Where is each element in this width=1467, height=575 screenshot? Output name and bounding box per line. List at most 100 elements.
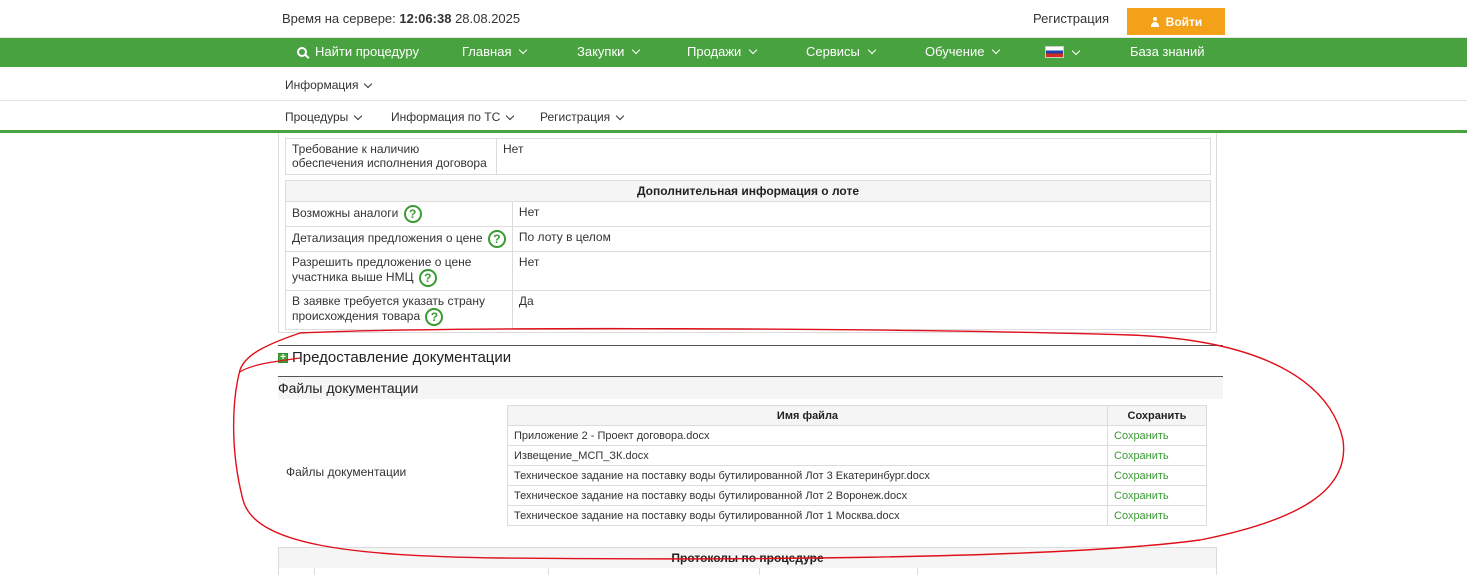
- language-selector[interactable]: [1045, 46, 1081, 58]
- login-button[interactable]: Войти: [1127, 8, 1225, 35]
- files-table: Имя файла Сохранить Приложение 2 - Проек…: [507, 405, 1207, 526]
- file-name: Техническое задание на поставку воды бут…: [507, 485, 1108, 506]
- subnav-ts-info[interactable]: Информация по ТС: [391, 110, 515, 124]
- register-link[interactable]: Регистрация: [1033, 11, 1109, 26]
- table-row: Разрешить предложение о цене участника в…: [285, 251, 1212, 291]
- table-row: Приложение 2 - Проект договора.docx Сохр…: [507, 425, 1207, 446]
- save-link[interactable]: Сохранить: [1107, 425, 1207, 446]
- nav-main-label: Главная: [462, 44, 512, 59]
- table-row: Извещение_МСП_ЗК.docx Сохранить: [507, 445, 1207, 466]
- nav-search-procedure[interactable]: Найти процедуру: [297, 44, 419, 59]
- help-icon[interactable]: ?: [425, 308, 444, 326]
- help-icon[interactable]: ?: [487, 230, 506, 248]
- user-icon: [1150, 16, 1160, 27]
- chevron-down-icon: [992, 45, 1001, 55]
- chevron-down-icon: [1071, 46, 1081, 55]
- nav-knowledge-label: База знаний: [1130, 44, 1205, 59]
- extra-row-value: Нет: [511, 251, 1212, 291]
- table-row: Техническое задание на поставку воды бут…: [507, 465, 1207, 486]
- nav-search-label: Найти процедуру: [315, 44, 419, 59]
- save-link[interactable]: Сохранить: [1107, 505, 1207, 526]
- server-date: 28.08.2025: [455, 11, 521, 26]
- subnav-registration[interactable]: Регистрация: [540, 110, 625, 124]
- top-bar: Время на сервере: 12:06:38 28.08.2025 Ре…: [0, 0, 1467, 38]
- expand-plus-icon[interactable]: +: [278, 353, 288, 363]
- files-section-header: Файлы документации: [278, 377, 1223, 399]
- save-link[interactable]: Сохранить: [1107, 465, 1207, 486]
- extra-row-value: Нет: [511, 201, 1212, 227]
- sub-nav-procedures: Процедуры Информация по ТС Регистрация: [0, 101, 1467, 133]
- nav-services-label: Сервисы: [806, 44, 860, 59]
- main-nav: Найти процедуру Главная Закупки Продажи …: [0, 38, 1467, 67]
- docs-section-title: Предоставление документации: [292, 349, 512, 366]
- extra-row-value: Да: [511, 290, 1212, 330]
- table-header-row: Дополнительная информация о лоте: [285, 180, 1211, 202]
- extra-row-label-text: В заявке требуется указать страну происх…: [292, 294, 485, 324]
- subnav-ts-info-label: Информация по ТС: [391, 110, 501, 124]
- extra-row-label: Детализация предложения о цене ?: [285, 226, 513, 252]
- server-time: Время на сервере: 12:06:38 28.08.2025: [282, 11, 520, 26]
- file-name: Техническое задание на поставку воды бут…: [507, 505, 1108, 526]
- extra-row-label: В заявке требуется указать страну происх…: [285, 290, 513, 330]
- russian-flag-icon: [1045, 46, 1064, 58]
- chevron-down-icon: [615, 111, 625, 120]
- chevron-down-icon: [749, 45, 758, 55]
- extra-row-label: Разрешить предложение о цене участника в…: [285, 251, 513, 291]
- table-row: Техническое задание на поставку воды бут…: [507, 505, 1207, 526]
- table-header-row: Имя файла Сохранить: [507, 405, 1207, 426]
- login-label: Войти: [1165, 14, 1203, 29]
- column-divider: [314, 568, 315, 575]
- save-link[interactable]: Сохранить: [1107, 445, 1207, 466]
- help-icon[interactable]: ?: [418, 269, 437, 287]
- column-divider: [759, 568, 760, 575]
- table-row: Требование к наличию обеспечения исполне…: [285, 138, 1211, 175]
- chevron-down-icon: [364, 79, 373, 88]
- nav-services[interactable]: Сервисы: [806, 44, 877, 59]
- column-divider: [917, 568, 918, 575]
- extra-info-table: Дополнительная информация о лоте Возможн…: [285, 180, 1212, 330]
- file-name: Извещение_МСП_ЗК.docx: [507, 445, 1108, 466]
- nav-sales[interactable]: Продажи: [687, 44, 758, 59]
- extra-row-label-text: Возможны аналоги: [292, 206, 399, 221]
- chevron-down-icon: [354, 111, 363, 120]
- section-divider: [278, 345, 1223, 346]
- extra-row-label-text: Разрешить предложение о цене участника в…: [292, 255, 472, 285]
- chevron-down-icon: [632, 45, 641, 55]
- nav-main[interactable]: Главная: [462, 44, 528, 59]
- column-divider: [548, 568, 549, 575]
- protocols-table: Протоколы по процедуре: [278, 547, 1217, 575]
- extra-info-header: Дополнительная информация о лоте: [285, 180, 1211, 202]
- nav-training-label: Обучение: [925, 44, 985, 59]
- search-icon: [297, 46, 307, 57]
- file-name: Приложение 2 - Проект договора.docx: [507, 425, 1108, 446]
- nav-knowledge-base[interactable]: База знаний: [1130, 44, 1205, 59]
- files-label: Файлы документации: [286, 465, 407, 479]
- col-file-name: Имя файла: [507, 405, 1108, 426]
- server-time-label: Время на сервере:: [282, 11, 396, 26]
- save-link[interactable]: Сохранить: [1107, 485, 1207, 506]
- nav-training[interactable]: Обучение: [925, 44, 1001, 59]
- sub-nav-info: Информация: [0, 67, 1467, 101]
- table-row: Возможны аналоги ? Нет: [285, 201, 1212, 227]
- extra-row-value: По лоту в целом: [511, 226, 1212, 252]
- col-save: Сохранить: [1107, 405, 1207, 426]
- subnav-registration-label: Регистрация: [540, 110, 611, 124]
- chevron-down-icon: [867, 45, 877, 55]
- help-icon[interactable]: ?: [403, 205, 422, 223]
- server-time-value: 12:06:38: [399, 11, 452, 26]
- subnav-information-label: Информация: [285, 78, 359, 92]
- chevron-down-icon: [506, 111, 515, 120]
- nav-purchases[interactable]: Закупки: [577, 44, 641, 59]
- extra-row-label: Возможны аналоги ?: [285, 201, 513, 227]
- contract-value: Нет: [496, 138, 1211, 175]
- contract-label: Требование к наличию обеспечения исполне…: [285, 138, 497, 175]
- docs-section-toggle[interactable]: + Предоставление документации: [278, 349, 511, 366]
- table-row: Техническое задание на поставку воды бут…: [507, 485, 1207, 506]
- subnav-procedures[interactable]: Процедуры: [285, 110, 363, 124]
- subnav-procedures-label: Процедуры: [285, 110, 349, 124]
- nav-purchases-label: Закупки: [577, 44, 625, 59]
- subnav-information[interactable]: Информация: [285, 78, 373, 92]
- nav-sales-label: Продажи: [687, 44, 742, 59]
- chevron-down-icon: [519, 45, 528, 55]
- extra-row-label-text: Детализация предложения о цене: [292, 231, 483, 246]
